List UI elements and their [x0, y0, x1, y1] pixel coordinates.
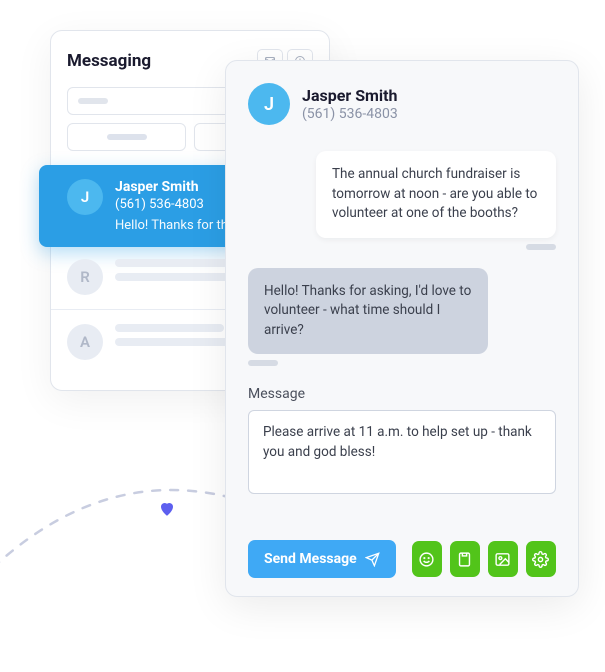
message-bubble-outgoing: Hello! Thanks for asking, I'd love to vo…: [248, 268, 488, 355]
send-button-label: Send Message: [264, 551, 357, 567]
contact-name: Jasper Smith: [302, 86, 398, 105]
template-icon: [456, 551, 473, 568]
send-message-button[interactable]: Send Message: [248, 540, 396, 578]
avatar: A: [67, 324, 103, 360]
message-bubble-incoming: The annual church fundraiser is tomorrow…: [316, 151, 556, 238]
image-icon: [494, 551, 511, 568]
timestamp-placeholder: [248, 360, 278, 366]
contact-phone: (561) 536-4803: [302, 106, 398, 122]
chat-contact-info: Jasper Smith (561) 536-4803: [302, 86, 398, 122]
gear-icon: [532, 551, 549, 568]
avatar: J: [67, 179, 103, 215]
compose-label: Message: [248, 386, 556, 402]
compose-input[interactable]: [248, 410, 556, 494]
settings-button[interactable]: [526, 541, 556, 577]
messaging-title: Messaging: [67, 51, 151, 71]
send-icon: [365, 552, 380, 567]
avatar: J: [248, 83, 290, 125]
emoji-icon: [418, 551, 435, 568]
emoji-button[interactable]: [412, 541, 442, 577]
timestamp-placeholder: [526, 244, 556, 250]
dashed-path-decoration: [0, 440, 260, 640]
tab-placeholder-1[interactable]: [67, 123, 186, 151]
heart-marker-icon: [158, 500, 176, 518]
avatar: R: [67, 259, 103, 295]
chat-panel: J Jasper Smith (561) 536-4803 The annual…: [225, 60, 579, 597]
template-button[interactable]: [450, 541, 480, 577]
chat-header: J Jasper Smith (561) 536-4803: [248, 83, 556, 125]
image-button[interactable]: [488, 541, 518, 577]
chat-footer: Send Message: [248, 540, 556, 578]
